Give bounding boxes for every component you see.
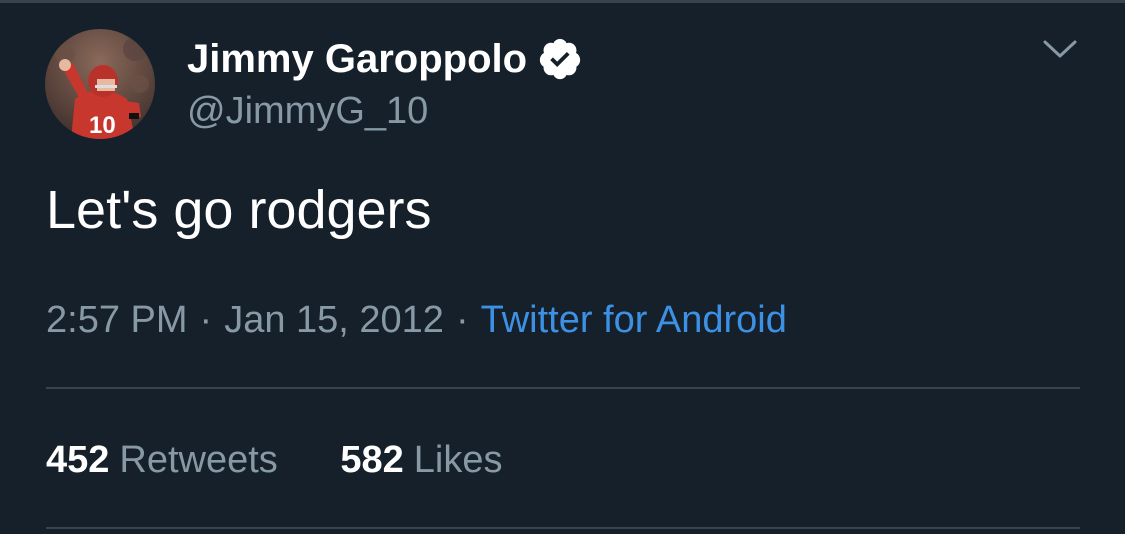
chevron-down-icon[interactable]: [1040, 34, 1080, 64]
divider: [46, 527, 1080, 529]
verified-badge-icon: [537, 36, 583, 82]
author-display-name[interactable]: Jimmy Garoppolo: [187, 36, 527, 82]
tweet-date[interactable]: Jan 15, 2012: [224, 299, 444, 341]
avatar-image: 10: [45, 29, 155, 139]
engagement-stats: 452 Retweets 582 Likes: [46, 437, 503, 483]
avatar[interactable]: 10: [45, 29, 155, 139]
retweets-count: 452: [46, 439, 110, 481]
tweet-source-link[interactable]: Twitter for Android: [481, 299, 787, 341]
tweet-text: Let's go rodgers: [46, 180, 432, 240]
separator-dot: ·: [455, 299, 469, 341]
retweets-stat[interactable]: 452 Retweets: [46, 437, 278, 483]
likes-stat[interactable]: 582 Likes: [340, 437, 502, 483]
tweet-metadata: 2:57 PM · Jan 15, 2012 · Twitter for Android: [46, 297, 787, 343]
author-handle[interactable]: @JimmyG_10: [187, 88, 428, 134]
author-name-row[interactable]: Jimmy Garoppolo: [187, 36, 583, 82]
tweet-time[interactable]: 2:57 PM: [46, 299, 188, 341]
top-divider: [0, 0, 1125, 3]
avatar-jersey-number: 10: [89, 112, 116, 139]
retweets-label: Retweets: [119, 439, 278, 481]
likes-label: Likes: [413, 439, 503, 481]
separator-dot: ·: [199, 299, 213, 341]
divider: [46, 387, 1080, 389]
likes-count: 582: [340, 439, 404, 481]
